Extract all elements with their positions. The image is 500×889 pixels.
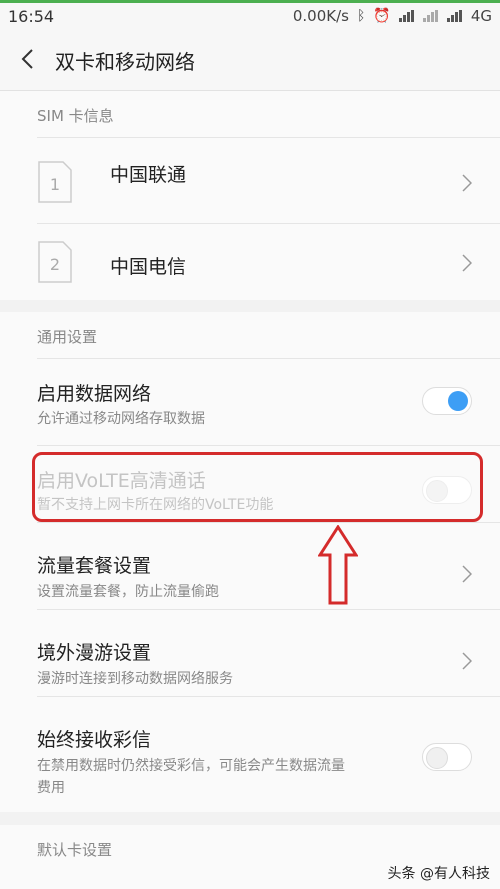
svg-text:1: 1 [50, 175, 60, 194]
row-title: 流量套餐设置 [37, 555, 152, 577]
sim-card-icon: 1 [38, 161, 72, 203]
status-icons: 0.00K/s ᛒ ⏰ 4G [293, 7, 492, 25]
status-time: 16:54 [8, 7, 55, 26]
signal-icon [446, 10, 463, 22]
network-type: 4G [470, 7, 492, 25]
section-label: 通用设置 [37, 328, 98, 346]
chevron-right-icon [462, 652, 472, 670]
roaming-row[interactable]: 境外漫游设置 漫游时连接到移动数据网络服务 [0, 610, 500, 696]
row-subtitle: 允许通过移动网络存取数据 [37, 411, 205, 427]
sim-card-icon: 2 [38, 241, 72, 283]
signal-icon [422, 10, 439, 22]
row-title: 始终接收彩信 [37, 729, 152, 751]
chevron-right-icon [462, 174, 472, 192]
page-title: 双卡和移动网络 [55, 50, 195, 74]
signal-icon [398, 10, 415, 22]
mms-toggle[interactable] [422, 743, 472, 771]
back-arrow-icon[interactable] [20, 48, 34, 70]
row-subtitle: 费用 [37, 780, 65, 796]
svg-text:2: 2 [50, 255, 60, 274]
toggle-knob [426, 747, 448, 769]
annotation-highlight [32, 452, 483, 522]
row-subtitle: 设置流量套餐，防止流量偷跑 [37, 584, 219, 600]
watermark: 头条 @有人科技 [387, 866, 490, 882]
sim-section: SIM 卡信息 1 中国联通 2 中国电信 [0, 91, 500, 300]
sim-carrier-name: 中国联通 [110, 164, 187, 186]
section-label: 默认卡设置 [37, 841, 113, 859]
mms-row[interactable]: 始终接收彩信 在禁用数据时仍然接受彩信，可能会产生数据流量 费用 [0, 697, 500, 812]
data-network-toggle[interactable] [422, 387, 472, 415]
status-bar: 16:54 0.00K/s ᛒ ⏰ 4G [0, 0, 500, 30]
chevron-right-icon [462, 254, 472, 272]
data-network-row[interactable]: 启用数据网络 允许通过移动网络存取数据 [0, 359, 500, 445]
row-title: 境外漫游设置 [37, 642, 152, 664]
bluetooth-icon: ᛒ [356, 8, 366, 24]
data-plan-row[interactable]: 流量套餐设置 设置流量套餐，防止流量偷跑 [0, 523, 500, 609]
sim-card-row[interactable]: 1 中国联通 [0, 138, 500, 224]
row-subtitle: 在禁用数据时仍然接受彩信，可能会产生数据流量 [37, 758, 345, 774]
sim-card-row[interactable]: 2 中国电信 [0, 224, 500, 300]
general-section: 通用设置 启用数据网络 允许通过移动网络存取数据 启用VoLTE高清通话 暂不支… [0, 312, 500, 812]
row-subtitle: 漫游时连接到移动数据网络服务 [37, 671, 233, 687]
section-label: SIM 卡信息 [37, 107, 114, 125]
sim-carrier-name: 中国电信 [110, 256, 187, 278]
header: 双卡和移动网络 [0, 30, 500, 91]
alarm-icon: ⏰ [373, 8, 391, 24]
chevron-right-icon [462, 565, 472, 583]
network-speed: 0.00K/s [292, 7, 349, 25]
toggle-knob [448, 391, 468, 411]
annotation-arrow-icon [318, 525, 358, 605]
row-title: 启用数据网络 [37, 383, 152, 405]
